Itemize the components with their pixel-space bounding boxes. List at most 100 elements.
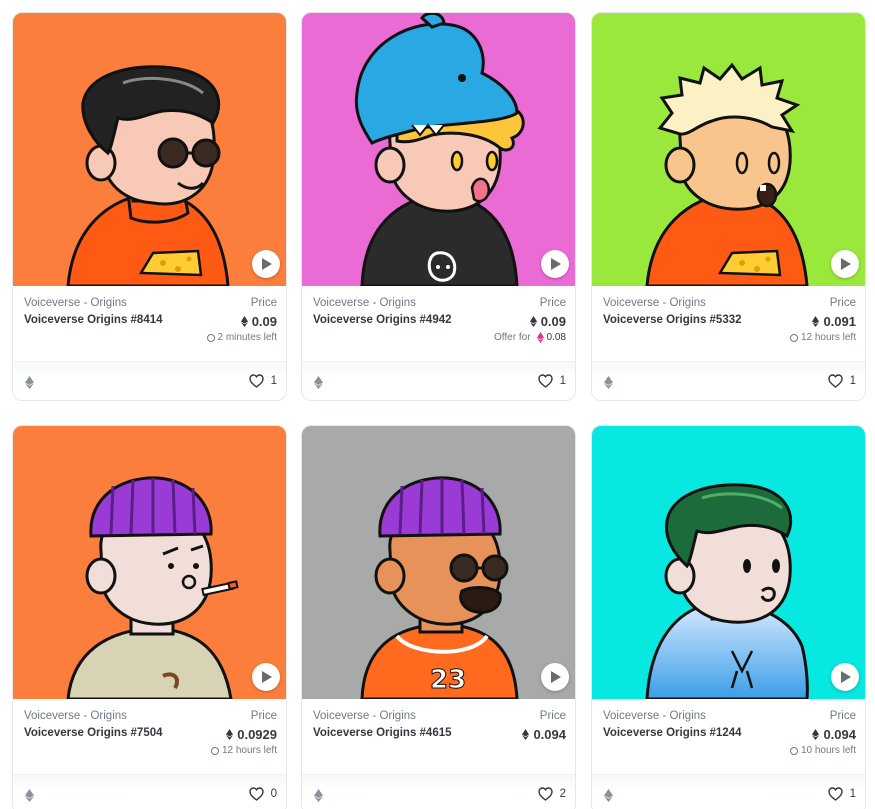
favorite-count: 2 [559, 788, 566, 800]
play-button[interactable] [541, 250, 569, 278]
favorite-button[interactable]: 1 [248, 374, 277, 388]
favorite-count: 0 [270, 788, 277, 800]
play-icon [840, 258, 851, 270]
nft-artwork[interactable]: 23 [302, 426, 575, 699]
favorite-count: 1 [849, 375, 856, 387]
price-label: Price [250, 710, 277, 722]
price-label: Price [539, 297, 566, 309]
collection-name[interactable]: Voiceverse - Origins [24, 710, 127, 722]
ethereum-icon [529, 316, 537, 327]
price-label: Price [539, 710, 566, 722]
nft-card[interactable]: Voiceverse - Origins Voiceverse Origins … [12, 12, 287, 401]
favorite-button[interactable]: 1 [827, 787, 856, 801]
favorite-count: 1 [559, 375, 566, 387]
svg-text:23: 23 [430, 665, 466, 695]
time-left-text: 12 hours left [800, 332, 856, 343]
collection-name[interactable]: Voiceverse - Origins [24, 297, 127, 309]
nft-card[interactable]: Voiceverse - Origins Voiceverse Origins … [591, 12, 866, 401]
price-value: 0.09 [529, 314, 566, 329]
price-value: 0.09 [240, 314, 277, 329]
clock-icon [789, 333, 798, 342]
price-value: 0.094 [812, 727, 856, 742]
price-label: Price [829, 297, 856, 309]
nft-artwork[interactable] [13, 426, 286, 699]
item-name[interactable]: Voiceverse Origins #8414 [24, 314, 163, 326]
price-amount: 0.09 [540, 314, 566, 329]
play-icon [550, 258, 561, 270]
collection-name[interactable]: Voiceverse - Origins [603, 297, 706, 309]
card-info: Voiceverse - Origins Voiceverse Origins … [302, 699, 575, 774]
nft-card[interactable]: 23 Voiceverse - Origins Voiceverse Origi… [301, 425, 576, 809]
card-footer: 2 [302, 774, 575, 809]
card-info: Voiceverse - Origins Voiceverse Origins … [13, 699, 286, 774]
card-footer: 1 [13, 361, 286, 400]
card-footer: 1 [302, 361, 575, 400]
play-icon [261, 671, 272, 683]
clock-icon [206, 333, 215, 342]
nft-artwork[interactable] [302, 13, 575, 286]
nft-card[interactable]: Voiceverse - Origins Voiceverse Origins … [301, 12, 576, 401]
nft-image [66, 476, 239, 699]
card-footer: 0 [13, 774, 286, 809]
ethereum-icon [812, 729, 820, 740]
nft-artwork[interactable] [592, 426, 865, 699]
heart-icon [827, 787, 843, 801]
best-offer: Offer for 0.08 [494, 332, 566, 343]
offer-amount: 0.08 [546, 332, 566, 343]
price-amount: 0.091 [823, 314, 856, 329]
heart-icon [537, 374, 553, 388]
heart-icon [827, 374, 843, 388]
favorite-count: 1 [849, 788, 856, 800]
nft-image [645, 483, 809, 699]
collection-name[interactable]: Voiceverse - Origins [603, 710, 706, 722]
play-button[interactable] [252, 663, 280, 691]
play-icon [261, 258, 272, 270]
offer-label: Offer for [494, 332, 531, 343]
collection-name[interactable]: Voiceverse - Origins [313, 710, 416, 722]
item-name[interactable]: Voiceverse Origins #1244 [603, 727, 742, 739]
clock-icon [789, 746, 798, 755]
favorite-button[interactable]: 1 [537, 374, 566, 388]
play-button[interactable] [541, 663, 569, 691]
nft-artwork[interactable] [592, 13, 865, 286]
price-amount: 0.094 [533, 727, 566, 742]
favorite-button[interactable]: 2 [537, 787, 566, 801]
item-name[interactable]: Voiceverse Origins #7504 [24, 727, 163, 739]
favorite-button[interactable]: 0 [248, 787, 277, 801]
time-left: 10 hours left [789, 745, 856, 756]
item-name[interactable]: Voiceverse Origins #5332 [603, 314, 742, 326]
ethereum-icon [812, 316, 820, 327]
nft-artwork[interactable] [13, 13, 286, 286]
nft-image [645, 62, 809, 286]
time-left: 12 hours left [210, 745, 277, 756]
card-info: Voiceverse - Origins Voiceverse Origins … [592, 286, 865, 361]
play-button[interactable] [831, 250, 859, 278]
nft-card[interactable]: Voiceverse - Origins Voiceverse Origins … [12, 425, 287, 809]
card-info: Voiceverse - Origins Voiceverse Origins … [592, 699, 865, 774]
card-footer: 1 [592, 774, 865, 809]
time-left: 2 minutes left [206, 332, 277, 343]
nft-card[interactable]: Voiceverse - Origins Voiceverse Origins … [591, 425, 866, 809]
ethereum-icon [314, 376, 323, 389]
item-name[interactable]: Voiceverse Origins #4615 [313, 727, 452, 739]
play-icon [550, 671, 561, 683]
time-left-text: 2 minutes left [217, 332, 277, 343]
price-amount: 0.094 [823, 727, 856, 742]
favorite-button[interactable]: 1 [827, 374, 856, 388]
heart-icon [537, 787, 553, 801]
play-button[interactable] [252, 250, 280, 278]
ethereum-icon [240, 316, 248, 327]
price-amount: 0.0929 [237, 727, 277, 742]
play-button[interactable] [831, 663, 859, 691]
collection-name[interactable]: Voiceverse - Origins [313, 297, 416, 309]
nft-image [66, 65, 230, 286]
time-left-text: 10 hours left [800, 745, 856, 756]
price-label: Price [250, 297, 277, 309]
item-name[interactable]: Voiceverse Origins #4942 [313, 314, 452, 326]
price-amount: 0.09 [251, 314, 277, 329]
heart-icon [248, 787, 264, 801]
nft-image [354, 13, 525, 286]
ethereum-icon [25, 789, 34, 802]
price-value: 0.0929 [226, 727, 277, 742]
play-icon [840, 671, 851, 683]
